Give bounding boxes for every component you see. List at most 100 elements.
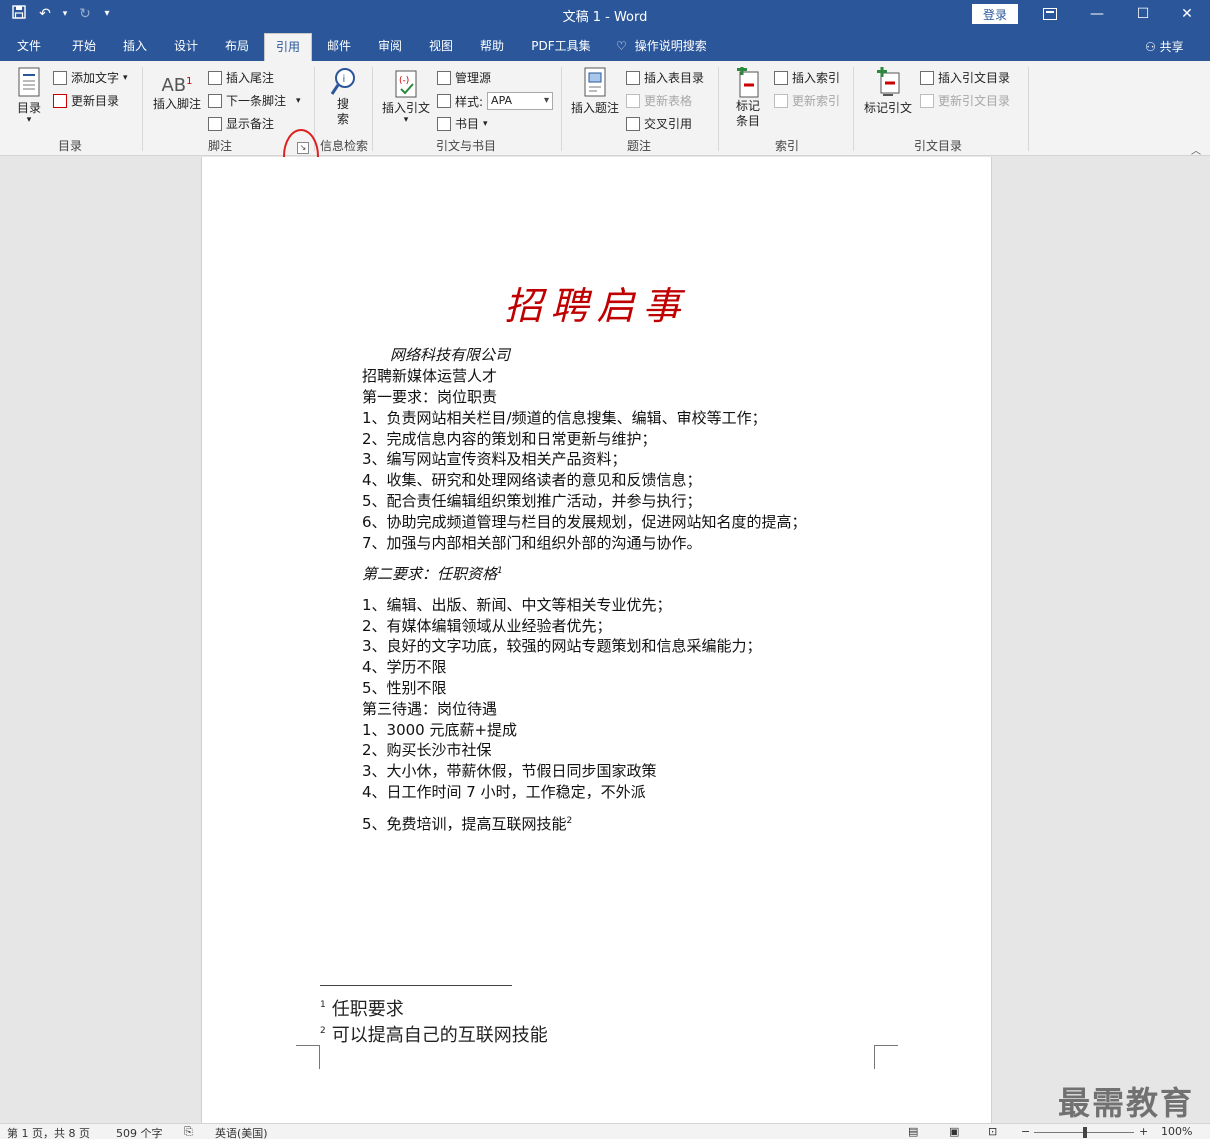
zoom-out-icon[interactable]: − [1021,1125,1030,1138]
insert-caption-icon [584,67,606,97]
footnote-reference[interactable]: 1 [497,566,503,576]
doc-line: 5、性别不限 [362,679,447,697]
doc-line: 6、协助完成频道管理与栏目的发展规划，促进网站知名度的提高； [362,513,807,531]
doc-line: 2、购买长沙市社保 [362,741,492,759]
tab-file[interactable]: 文件 [8,33,50,61]
update-table-button[interactable]: 更新表格 [626,92,692,109]
tell-me-search[interactable]: ♡ 操作说明搜索 [616,33,722,61]
tab-design[interactable]: 设计 [164,33,208,61]
doc-line: 2、有媒体编辑领域从业经验者优先； [362,617,612,635]
web-layout-icon[interactable]: ⊡ [988,1125,997,1138]
tab-insert[interactable]: 插入 [113,33,157,61]
word-count[interactable]: 509 个字 [116,1125,163,1139]
zoom-level[interactable]: 100% [1161,1125,1192,1138]
group-label-captions: 题注 [626,139,651,153]
document-area[interactable]: 招聘启事 网络科技有限公司 招聘新媒体运营人才 第一要求：岗位职责 1、负责网站… [0,157,1210,1123]
toc-button[interactable]: 目录 ▾ [12,67,46,125]
login-button[interactable]: 登录 [972,4,1018,24]
insert-caption-button[interactable]: 插入题注 [568,67,622,116]
search-label: 搜索 [336,97,349,126]
doc-line: 1、负责网站相关栏目/频道的信息搜集、编辑、审校等工作； [362,409,767,427]
tab-mailings[interactable]: 邮件 [317,33,361,61]
tell-me-label: 操作说明搜索 [634,39,707,53]
lightbulb-icon: ♡ [616,39,627,53]
language-indicator[interactable]: 英语(美国) [215,1125,268,1139]
doc-line-with-footnote: 5、免费培训，提高互联网技能2 [362,813,572,834]
insert-endnote-button[interactable]: 插入尾注 [208,69,274,86]
crop-mark [874,1045,898,1069]
proofing-icon[interactable]: ⎘ [184,1125,193,1139]
exclamation-icon [53,93,67,108]
group-separator [853,67,854,151]
doc-line: 招聘新媒体运营人才 [362,367,498,385]
group-separator [372,67,373,151]
doc-line: 4、学历不限 [362,658,447,676]
collapse-ribbon-icon[interactable]: ︿ [1191,142,1201,157]
tab-review[interactable]: 审阅 [368,33,412,61]
manage-sources-button[interactable]: 管理源 [437,69,491,86]
share-label: 共享 [1159,40,1184,54]
group-separator [718,67,719,151]
insert-footnote-label: 插入脚注 [152,97,201,111]
doc-line: 3、大小休，带薪休假，节假日同步国家政策 [362,762,657,780]
tab-home[interactable]: 开始 [62,33,106,61]
bibliography-dropdown-icon: ▾ [483,118,488,129]
insert-toa-button[interactable]: 插入引文目录 [920,69,1010,86]
add-text-dropdown-icon: ▾ [123,72,128,83]
bibliography-icon [437,116,451,131]
tab-view[interactable]: 视图 [419,33,463,61]
ribbon-tabs: 文件 开始 插入 设计 布局 引用 邮件 审阅 视图 帮助 PDF工具集 ♡ 操作… [0,29,1210,61]
doc-line: 第三待遇：岗位待遇 [362,700,498,718]
ribbon-display-options-icon[interactable] [1027,0,1073,29]
page-count[interactable]: 第 1 页，共 8 页 [7,1125,90,1139]
insert-citation-button[interactable]: (-) 插入引文 ▾ [380,67,432,125]
share-button[interactable]: ⚇ 共享 [1145,38,1184,55]
footnote-reference[interactable]: 2 [567,816,573,826]
add-text-button[interactable]: 添加文字 ▾ [53,69,128,86]
next-footnote-button[interactable]: 下一条脚注 ▾ [208,92,301,109]
maximize-icon[interactable]: ☐ [1120,0,1166,29]
footnote-2[interactable]: 2 可以提高自己的互联网技能 [320,1021,548,1047]
show-notes-button[interactable]: 显示备注 [208,115,274,132]
company-name: 网络科技有限公司 [390,346,511,364]
update-index-button[interactable]: 更新索引 [774,92,840,109]
document-page[interactable]: 招聘启事 网络科技有限公司 招聘新媒体运营人才 第一要求：岗位职责 1、负责网站… [201,157,992,1123]
tab-references[interactable]: 引用 [264,33,312,61]
next-footnote-icon [208,93,222,108]
table-of-figures-icon [626,70,640,85]
insert-footnote-button[interactable]: AB1 插入脚注 [150,69,204,112]
update-toc-button[interactable]: 更新目录 [53,92,119,109]
mark-citation-button[interactable]: 标记引文 [862,67,914,116]
doc-line: 3、编写网站宣传资料及相关产品资料； [362,450,627,468]
table-of-contents-icon [18,67,40,97]
insert-citation-icon: (-) [395,70,417,98]
tab-pdf-tools[interactable]: PDF工具集 [526,33,596,61]
search-button[interactable]: i 搜索 [326,67,360,127]
read-mode-icon[interactable]: ▤ [908,1125,918,1138]
tab-help[interactable]: 帮助 [470,33,514,61]
update-index-icon [774,93,788,108]
doc-line-text: 第二要求：任职资格 [362,565,498,583]
close-icon[interactable]: ✕ [1164,0,1210,29]
mark-entry-button[interactable]: 标记条目 [728,67,768,129]
mark-citation-icon [877,67,900,96]
footnote-number: 1 [320,1000,326,1010]
zoom-slider-thumb[interactable] [1083,1127,1087,1138]
citation-style-select[interactable]: APA [487,92,554,110]
style-label: 样式: [455,94,484,109]
insert-index-button[interactable]: 插入索引 [774,69,840,86]
footnote-text: 可以提高自己的互联网技能 [331,1025,548,1046]
group-label-research: 信息检索 [319,139,368,153]
bibliography-button[interactable]: 书目 ▾ [437,115,488,132]
insert-table-of-figures-button[interactable]: 插入表目录 [626,69,704,86]
minimize-icon[interactable]: — [1074,0,1120,29]
zoom-in-icon[interactable]: + [1139,1125,1148,1138]
update-table-icon [626,93,640,108]
cross-reference-button[interactable]: 交叉引用 [626,115,692,132]
update-toa-button[interactable]: 更新引文目录 [920,92,1010,109]
footnote-1[interactable]: 1 任职要求 [320,995,404,1021]
group-label-toa: 引文目录 [913,139,962,153]
print-layout-icon[interactable]: ▣ [949,1125,959,1138]
tab-layout[interactable]: 布局 [215,33,259,61]
bibliography-label: 书目 [455,117,480,131]
